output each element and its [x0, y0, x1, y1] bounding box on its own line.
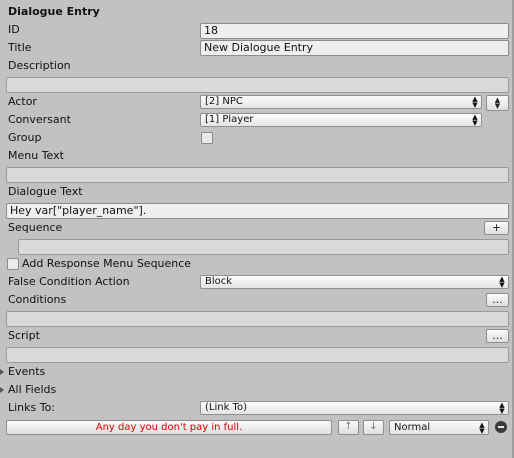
priority-dropdown[interactable]: Normal ▲ ▼	[389, 420, 489, 435]
script-field[interactable]	[6, 347, 509, 363]
dialogue-text-label: Dialogue Text	[8, 185, 83, 198]
conditions-label: Conditions	[8, 293, 67, 306]
priority-value: Normal	[394, 422, 431, 433]
dialogue-entry-inspector: Dialogue Entry ID 18 Title New Dialogue …	[0, 0, 514, 458]
group-label: Group	[8, 131, 42, 144]
conversant-dropdown-value: [1] Player	[205, 114, 254, 125]
false-condition-label: False Condition Action	[8, 275, 130, 288]
move-up-button[interactable]: ↑	[338, 420, 359, 435]
menu-text-label: Menu Text	[8, 149, 64, 162]
swap-icon: ▲ ▼	[494, 96, 501, 110]
events-foldout[interactable]: Events	[8, 364, 45, 380]
conditions-wizard-button[interactable]: ...	[486, 293, 509, 307]
conditions-field[interactable]	[6, 311, 509, 327]
dialogue-text-field[interactable]: Hey var["player_name"].	[6, 203, 509, 219]
sequence-label: Sequence	[8, 221, 63, 234]
script-label: Script	[8, 329, 40, 342]
false-condition-dropdown[interactable]: Block ▲ ▼	[200, 275, 509, 289]
actor-dropdown[interactable]: [2] NPC ▲ ▼	[200, 95, 482, 109]
linked-entry-button[interactable]: Any day you don't pay in full.	[6, 420, 332, 435]
links-to-dropdown[interactable]: (Link To) ▲ ▼	[200, 401, 509, 415]
group-checkbox[interactable]	[201, 132, 213, 144]
links-to-value: (Link To)	[205, 402, 247, 413]
description-field[interactable]	[6, 77, 509, 93]
dropdown-arrows-icon: ▲ ▼	[499, 275, 505, 289]
conversant-label: Conversant	[8, 113, 71, 126]
conversant-dropdown[interactable]: [1] Player ▲ ▼	[200, 113, 482, 127]
false-condition-value: Block	[205, 276, 233, 287]
sequence-field[interactable]	[18, 239, 509, 255]
dropdown-arrows-icon: ▲ ▼	[479, 421, 485, 435]
section-title: Dialogue Entry	[8, 5, 100, 18]
menu-text-field[interactable]	[6, 167, 509, 183]
sequence-add-button[interactable]: +	[484, 221, 509, 235]
all-fields-foldout-arrow-icon[interactable]	[0, 387, 4, 393]
title-label: Title	[8, 41, 32, 54]
actor-label: Actor	[8, 95, 37, 108]
all-fields-foldout[interactable]: All Fields	[8, 382, 56, 398]
delete-link-icon[interactable]	[495, 421, 507, 433]
events-foldout-arrow-icon[interactable]	[0, 369, 4, 375]
script-wizard-button[interactable]: ...	[486, 329, 509, 343]
add-response-label: Add Response Menu Sequence	[22, 257, 192, 270]
id-field[interactable]: 18	[200, 23, 509, 39]
dropdown-arrows-icon: ▲ ▼	[472, 95, 478, 109]
links-to-label: Links To:	[8, 401, 56, 414]
title-field[interactable]: New Dialogue Entry	[200, 40, 509, 56]
actor-dropdown-value: [2] NPC	[205, 96, 243, 107]
id-label: ID	[8, 23, 20, 36]
dropdown-arrows-icon: ▲ ▼	[499, 401, 505, 415]
dropdown-arrows-icon: ▲ ▼	[472, 113, 478, 127]
description-label: Description	[8, 59, 71, 72]
move-down-button[interactable]: ↓	[363, 420, 384, 435]
add-response-checkbox[interactable]	[7, 258, 19, 270]
swap-actors-button[interactable]: ▲ ▼	[486, 95, 509, 111]
